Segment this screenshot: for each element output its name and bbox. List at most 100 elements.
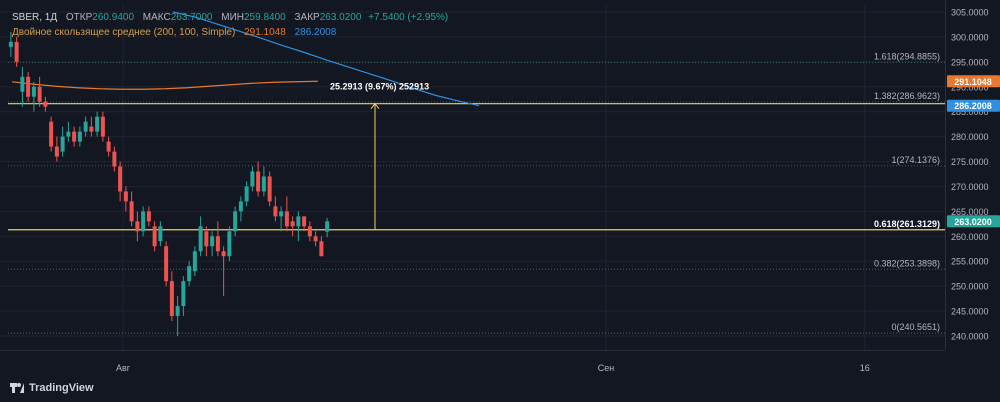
tradingview-logo-icon (10, 383, 24, 393)
candle-body (129, 201, 134, 222)
high-label: МАКС (142, 12, 171, 23)
candle-body (164, 246, 169, 282)
measure-label: 25.2913 (9.67%) 252913 (330, 82, 429, 92)
candle-body (83, 121, 88, 132)
candle-body (175, 306, 180, 317)
candle-body (227, 231, 232, 257)
candle-body (319, 241, 324, 257)
candle-body (54, 146, 59, 157)
indicator-value-slow: 291.1048 (244, 27, 286, 38)
candle-body (279, 211, 284, 217)
candle-body (273, 206, 278, 217)
y-tick-label: 295.0000 (951, 57, 989, 67)
close-value: 263.0200 (319, 12, 362, 23)
candle-body (169, 281, 174, 317)
price-marker-label: 263.0200 (954, 217, 992, 227)
candle-body (72, 131, 77, 142)
candle-body (14, 41, 19, 62)
symbol-label[interactable]: SBER, 1Д (12, 12, 57, 23)
candle-body (244, 186, 249, 202)
candle-body (118, 166, 123, 192)
candle[interactable] (267, 171, 272, 207)
candle-body (112, 151, 117, 167)
open-value: 260.9400 (92, 12, 135, 23)
y-tick-label: 270.0000 (951, 182, 989, 192)
y-tick-label: 300.0000 (951, 32, 989, 42)
x-tick-label: Сен (598, 363, 615, 373)
change-value: +7.5400 (+2.95%) (368, 12, 449, 23)
candle-body (192, 251, 197, 272)
candle-body (198, 226, 203, 252)
indicator-name[interactable]: Двойное скользящее среднее (200, 100, Si… (12, 27, 235, 38)
candle-body (60, 136, 65, 152)
candle-body (135, 221, 140, 232)
candle-body (325, 221, 330, 232)
candle-body (89, 126, 94, 132)
candle-body (233, 211, 238, 232)
indicator-row: Двойное скользящее среднее (200, 100, Si… (12, 25, 448, 40)
candle-body (221, 251, 226, 257)
y-tick-label: 260.0000 (951, 232, 989, 242)
fib-level-label: 1.382(286.9623) (874, 91, 940, 101)
candle-body (37, 86, 42, 102)
candle-body (302, 216, 307, 227)
y-tick-label: 305.0000 (951, 8, 989, 18)
price-marker-label: 291.1048 (954, 77, 992, 87)
candle-body (123, 191, 128, 202)
low-label: МИН (221, 12, 244, 23)
candle-body (49, 121, 54, 147)
candle-body (181, 281, 186, 307)
candle-body (31, 86, 36, 97)
price-chart[interactable]: 1.618(294.8855) 1.382(286.9623) 1(274.1376… (0, 0, 1000, 402)
candle-body (215, 236, 220, 252)
ohlc-row: SBER, 1Д ОТКР260.9400 МАКС263.7000 МИН25… (12, 10, 448, 25)
close-label: ЗАКР (294, 12, 320, 23)
candle-body (95, 116, 100, 132)
fib-level-label: 1(274.1376) (891, 155, 940, 165)
candle-body (66, 131, 71, 137)
x-tick-label: 16 (860, 363, 870, 373)
candle-body (256, 171, 261, 192)
indicator-value-fast: 286.2008 (294, 27, 337, 38)
candle-body (146, 211, 151, 222)
fib-level-label: 0(240.5651) (891, 322, 940, 332)
candle-body (141, 211, 146, 232)
brand-label: TradingView (29, 382, 94, 394)
low-value: 259.8400 (243, 12, 286, 23)
candle-body (267, 176, 272, 202)
candle-body (250, 171, 255, 187)
candle-body (307, 226, 312, 237)
candle-body (43, 101, 48, 107)
fib-level-label: 0.382(253.3898) (874, 258, 940, 268)
candle-body (152, 226, 157, 247)
y-tick-label: 255.0000 (951, 257, 989, 267)
chart-legend: SBER, 1Д ОТКР260.9400 МАКС263.7000 МИН25… (12, 10, 448, 40)
candle-body (106, 141, 111, 152)
candle-body (284, 211, 289, 227)
candle-body (20, 76, 25, 92)
candle-body (261, 176, 266, 192)
y-tick-label: 240.0000 (951, 332, 989, 342)
candle-body (296, 216, 301, 227)
candle-body (210, 236, 215, 247)
candle-body (238, 201, 243, 212)
candle-body (313, 236, 318, 242)
candle-body (100, 116, 105, 137)
candle-body (290, 221, 295, 227)
candle[interactable] (49, 116, 54, 152)
candle-body (77, 131, 82, 142)
candle[interactable] (164, 241, 169, 287)
y-tick-label: 280.0000 (951, 132, 989, 142)
y-tick-label: 245.0000 (951, 307, 989, 317)
candle-body (204, 231, 209, 247)
price-marker-label: 286.2008 (954, 101, 992, 111)
y-tick-label: 275.0000 (951, 157, 989, 167)
candle[interactable] (227, 226, 232, 262)
y-tick-label: 250.0000 (951, 282, 989, 292)
candle-body (8, 41, 13, 47)
high-value: 263.7000 (170, 12, 213, 23)
tradingview-brand[interactable]: TradingView (10, 382, 94, 394)
fib-level-label: 1.618(294.8855) (874, 51, 940, 61)
open-label: ОТКР (65, 12, 93, 23)
fib-level-label: 0.618(261.3129) (874, 219, 940, 229)
